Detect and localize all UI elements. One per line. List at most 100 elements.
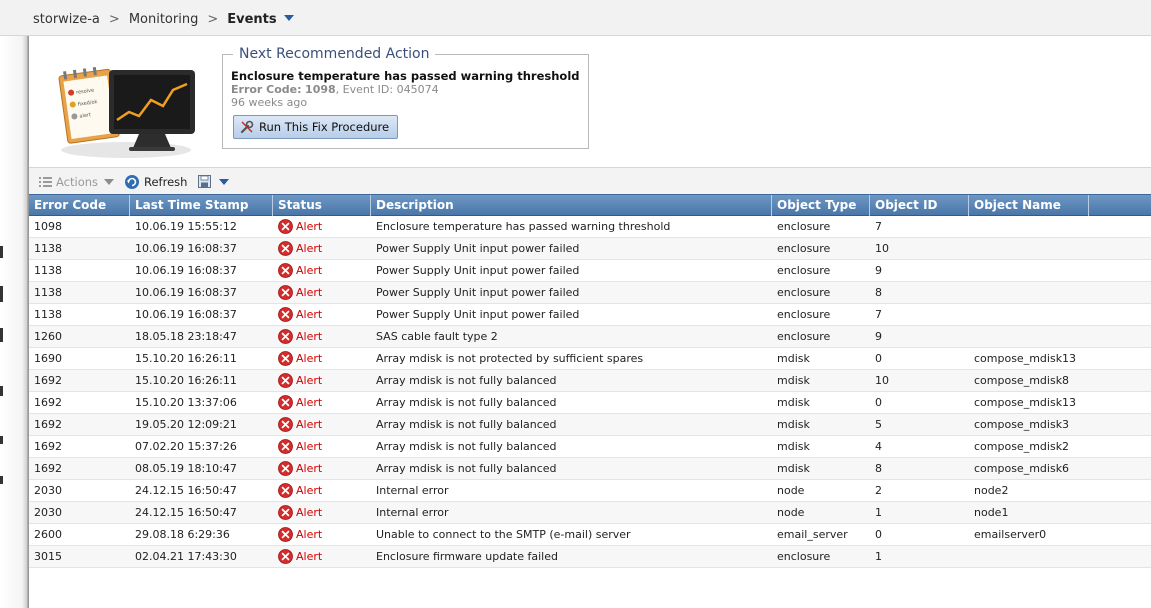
cell-description: Power Supply Unit input power failed bbox=[376, 286, 580, 299]
status-badge: Alert bbox=[296, 351, 323, 365]
table-row[interactable]: 1098 10.06.19 15:55:12 Alert Enclosure temp… bbox=[29, 216, 1151, 238]
cell-object-name: compose_mdisk13 bbox=[974, 352, 1077, 365]
chevron-down-icon bbox=[219, 178, 229, 185]
wrench-icon bbox=[240, 120, 254, 134]
column-header-description[interactable]: Description bbox=[371, 195, 772, 216]
recommended-action-box: Next Recommended Action Enclosure temper… bbox=[222, 46, 589, 149]
table-row[interactable]: 1138 10.06.19 16:08:37 Alert Power Supply U… bbox=[29, 238, 1151, 260]
cell-object-type: node bbox=[777, 484, 805, 497]
cell-description: Internal error bbox=[376, 484, 449, 497]
edge-marker bbox=[0, 246, 3, 258]
error-icon bbox=[278, 439, 293, 454]
cell-object-type: enclosure bbox=[777, 330, 831, 343]
cell-object-name: compose_mdisk13 bbox=[974, 396, 1077, 409]
table-row[interactable]: 1692 07.02.20 15:37:26 Alert Array mdisk is… bbox=[29, 436, 1151, 458]
cell-last-time-stamp: 10.06.19 16:08:37 bbox=[135, 242, 237, 255]
breadcrumb: storwize-a > Monitoring > Events bbox=[33, 12, 294, 27]
cell-error-code: 1690 bbox=[34, 352, 62, 365]
table-header: Error Code Last Time Stamp Status Descri… bbox=[29, 194, 1151, 216]
cell-description: Power Supply Unit input power failed bbox=[376, 308, 580, 321]
table-row[interactable]: 1692 15.10.20 16:26:11 Alert Array mdisk is… bbox=[29, 370, 1151, 392]
cell-object-type: node bbox=[777, 506, 805, 519]
status-badge: Alert bbox=[296, 505, 323, 519]
cell-error-code: 1260 bbox=[34, 330, 62, 343]
cell-description: Array mdisk is not protected by sufficie… bbox=[376, 352, 644, 365]
events-panel: resolve fixed/ok alert Next Recommended … bbox=[28, 36, 1151, 608]
edge-marker bbox=[0, 436, 3, 444]
cell-object-name bbox=[969, 282, 1089, 303]
table-row[interactable]: 1260 18.05.18 23:18:47 Alert SAS cable faul… bbox=[29, 326, 1151, 348]
refresh-icon bbox=[125, 174, 139, 189]
breadcrumb-monitoring[interactable]: Monitoring bbox=[129, 12, 199, 27]
recommended-action-area: resolve fixed/ok alert Next Recommended … bbox=[29, 36, 1151, 166]
cell-object-name: emailserver0 bbox=[974, 528, 1047, 541]
table-row[interactable]: 1138 10.06.19 16:08:37 Alert Power Supply U… bbox=[29, 304, 1151, 326]
cell-description: Array mdisk is not fully balanced bbox=[376, 462, 557, 475]
column-header-status[interactable]: Status bbox=[273, 195, 371, 216]
column-header-object-name[interactable]: Object Name bbox=[969, 195, 1089, 216]
cell-description: Power Supply Unit input power failed bbox=[376, 264, 580, 277]
error-icon bbox=[278, 263, 293, 278]
table-row[interactable]: 2030 24.12.15 16:50:47 Alert Internal error… bbox=[29, 502, 1151, 524]
cell-object-id: 10 bbox=[875, 242, 889, 255]
cell-object-id: 5 bbox=[875, 418, 882, 431]
cell-status: Alert bbox=[273, 260, 371, 281]
cell-description: Array mdisk is not fully balanced bbox=[376, 396, 557, 409]
cell-object-id: 1 bbox=[875, 550, 882, 563]
table-row[interactable]: 1690 15.10.20 16:26:11 Alert Array mdisk is… bbox=[29, 348, 1151, 370]
column-header-extra bbox=[1089, 195, 1151, 216]
cell-object-name bbox=[969, 260, 1089, 281]
cell-object-id: 7 bbox=[875, 308, 882, 321]
table-row[interactable]: 1692 15.10.20 13:37:06 Alert Array mdisk is… bbox=[29, 392, 1151, 414]
cell-description: Array mdisk is not fully balanced bbox=[376, 418, 557, 431]
cell-object-type: enclosure bbox=[777, 220, 831, 233]
column-header-object-type[interactable]: Object Type bbox=[772, 195, 870, 216]
table-row[interactable]: 1692 08.05.19 18:10:47 Alert Array mdisk is… bbox=[29, 458, 1151, 480]
table-row[interactable]: 1692 19.05.20 12:09:21 Alert Array mdisk is… bbox=[29, 414, 1151, 436]
table-row[interactable]: 3015 02.04.21 17:43:30 Alert Enclosure firm… bbox=[29, 546, 1151, 568]
export-menu[interactable] bbox=[198, 173, 229, 190]
cell-object-type: enclosure bbox=[777, 264, 831, 277]
cell-object-id: 0 bbox=[875, 528, 882, 541]
cell-object-id: 9 bbox=[875, 264, 882, 277]
status-badge: Alert bbox=[296, 483, 323, 497]
status-badge: Alert bbox=[296, 461, 323, 475]
column-header-error-code[interactable]: Error Code bbox=[29, 195, 130, 216]
cell-error-code: 2600 bbox=[34, 528, 62, 541]
chevron-down-icon[interactable] bbox=[283, 15, 294, 21]
error-code-label: Error Code: bbox=[231, 83, 302, 96]
cell-last-time-stamp: 15.10.20 16:26:11 bbox=[135, 374, 237, 387]
column-header-last-time-stamp[interactable]: Last Time Stamp bbox=[130, 195, 273, 216]
status-badge: Alert bbox=[296, 549, 323, 563]
cell-description: Power Supply Unit input power failed bbox=[376, 242, 580, 255]
run-fix-procedure-button[interactable]: Run This Fix Procedure bbox=[233, 115, 398, 139]
breadcrumb-system[interactable]: storwize-a bbox=[33, 12, 100, 27]
table-row[interactable]: 2030 24.12.15 16:50:47 Alert Internal error… bbox=[29, 480, 1151, 502]
cell-error-code: 1138 bbox=[34, 286, 62, 299]
table-row[interactable]: 1138 10.06.19 16:08:37 Alert Power Supply U… bbox=[29, 282, 1151, 304]
cell-error-code: 1692 bbox=[34, 396, 62, 409]
cell-description: Array mdisk is not fully balanced bbox=[376, 374, 557, 387]
actions-menu[interactable]: Actions bbox=[39, 173, 115, 190]
cell-object-id: 0 bbox=[875, 352, 882, 365]
table-row[interactable]: 1138 10.06.19 16:08:37 Alert Power Supply U… bbox=[29, 260, 1151, 282]
cell-object-name bbox=[969, 304, 1089, 325]
run-fix-procedure-label: Run This Fix Procedure bbox=[259, 120, 390, 134]
cell-object-id: 8 bbox=[875, 286, 882, 299]
cell-status: Alert bbox=[273, 414, 371, 435]
cell-status: Alert bbox=[273, 326, 371, 347]
cell-status: Alert bbox=[273, 436, 371, 457]
error-icon bbox=[278, 285, 293, 300]
table-body: 1098 10.06.19 15:55:12 Alert Enclosure temp… bbox=[29, 216, 1151, 568]
save-icon bbox=[198, 175, 211, 188]
refresh-button[interactable]: Refresh bbox=[124, 173, 187, 190]
table-row[interactable]: 2600 29.08.18 6:29:36 Alert Unable to conne… bbox=[29, 524, 1151, 546]
cell-object-name: compose_mdisk2 bbox=[974, 440, 1070, 453]
breadcrumb-events: Events bbox=[227, 12, 277, 27]
cell-object-name bbox=[969, 546, 1089, 567]
cell-last-time-stamp: 07.02.20 15:37:26 bbox=[135, 440, 237, 453]
cell-status: Alert bbox=[273, 216, 371, 237]
column-header-object-id[interactable]: Object ID bbox=[870, 195, 969, 216]
actions-label: Actions bbox=[56, 174, 99, 189]
cell-last-time-stamp: 10.06.19 16:08:37 bbox=[135, 286, 237, 299]
